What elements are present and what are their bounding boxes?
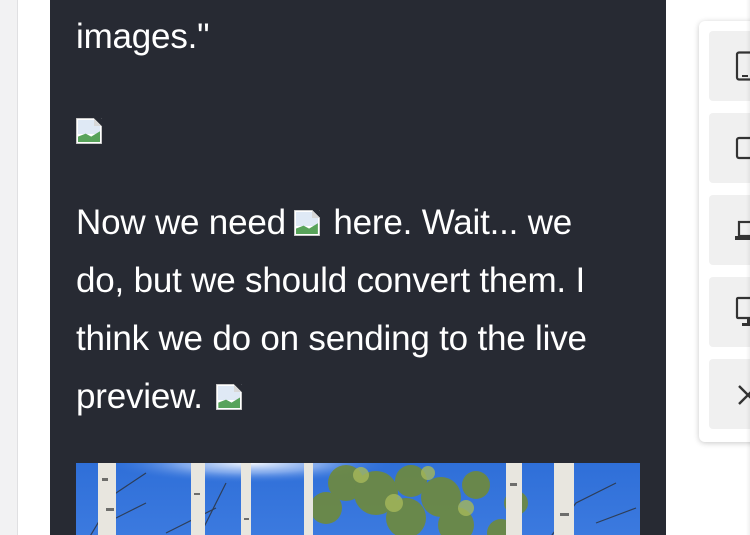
- editor-left-gutter: [0, 0, 18, 535]
- paragraph-text: here. Wait... we: [333, 203, 573, 242]
- live-preview-pane[interactable]: images." Now we need here. Wait... we do…: [50, 0, 666, 535]
- broken-image-icon: [76, 118, 102, 144]
- broken-image-icon: [216, 384, 243, 410]
- desktop-button[interactable]: [709, 277, 750, 347]
- tablet-portrait-button[interactable]: [709, 31, 750, 101]
- paragraph-line-2: do, but we should convert them. I: [76, 261, 585, 300]
- aspen-trees-photo: [76, 463, 640, 535]
- paragraph-text: Now we need: [76, 203, 286, 242]
- tablet-landscape-button[interactable]: [709, 113, 750, 183]
- broken-image-icon: [293, 210, 320, 236]
- paragraph-line-4: preview.: [76, 368, 636, 426]
- paragraph-line-1: Now we need here. Wait... we: [76, 194, 636, 252]
- device-preview-toolbar: [699, 21, 750, 442]
- preview-paragraph-top: images.": [76, 8, 636, 66]
- close-preview-button[interactable]: [709, 359, 750, 429]
- paragraph-line-3: think we do on sending to the live: [76, 319, 587, 358]
- laptop-button[interactable]: [709, 195, 750, 265]
- window-edge-shadow: [746, 0, 750, 535]
- paragraph-text: preview.: [76, 377, 203, 416]
- gutter-divider: [17, 0, 18, 535]
- preview-paragraph-main: Now we need here. Wait... we do, but we …: [76, 194, 636, 426]
- paragraph-text: images.": [76, 17, 210, 56]
